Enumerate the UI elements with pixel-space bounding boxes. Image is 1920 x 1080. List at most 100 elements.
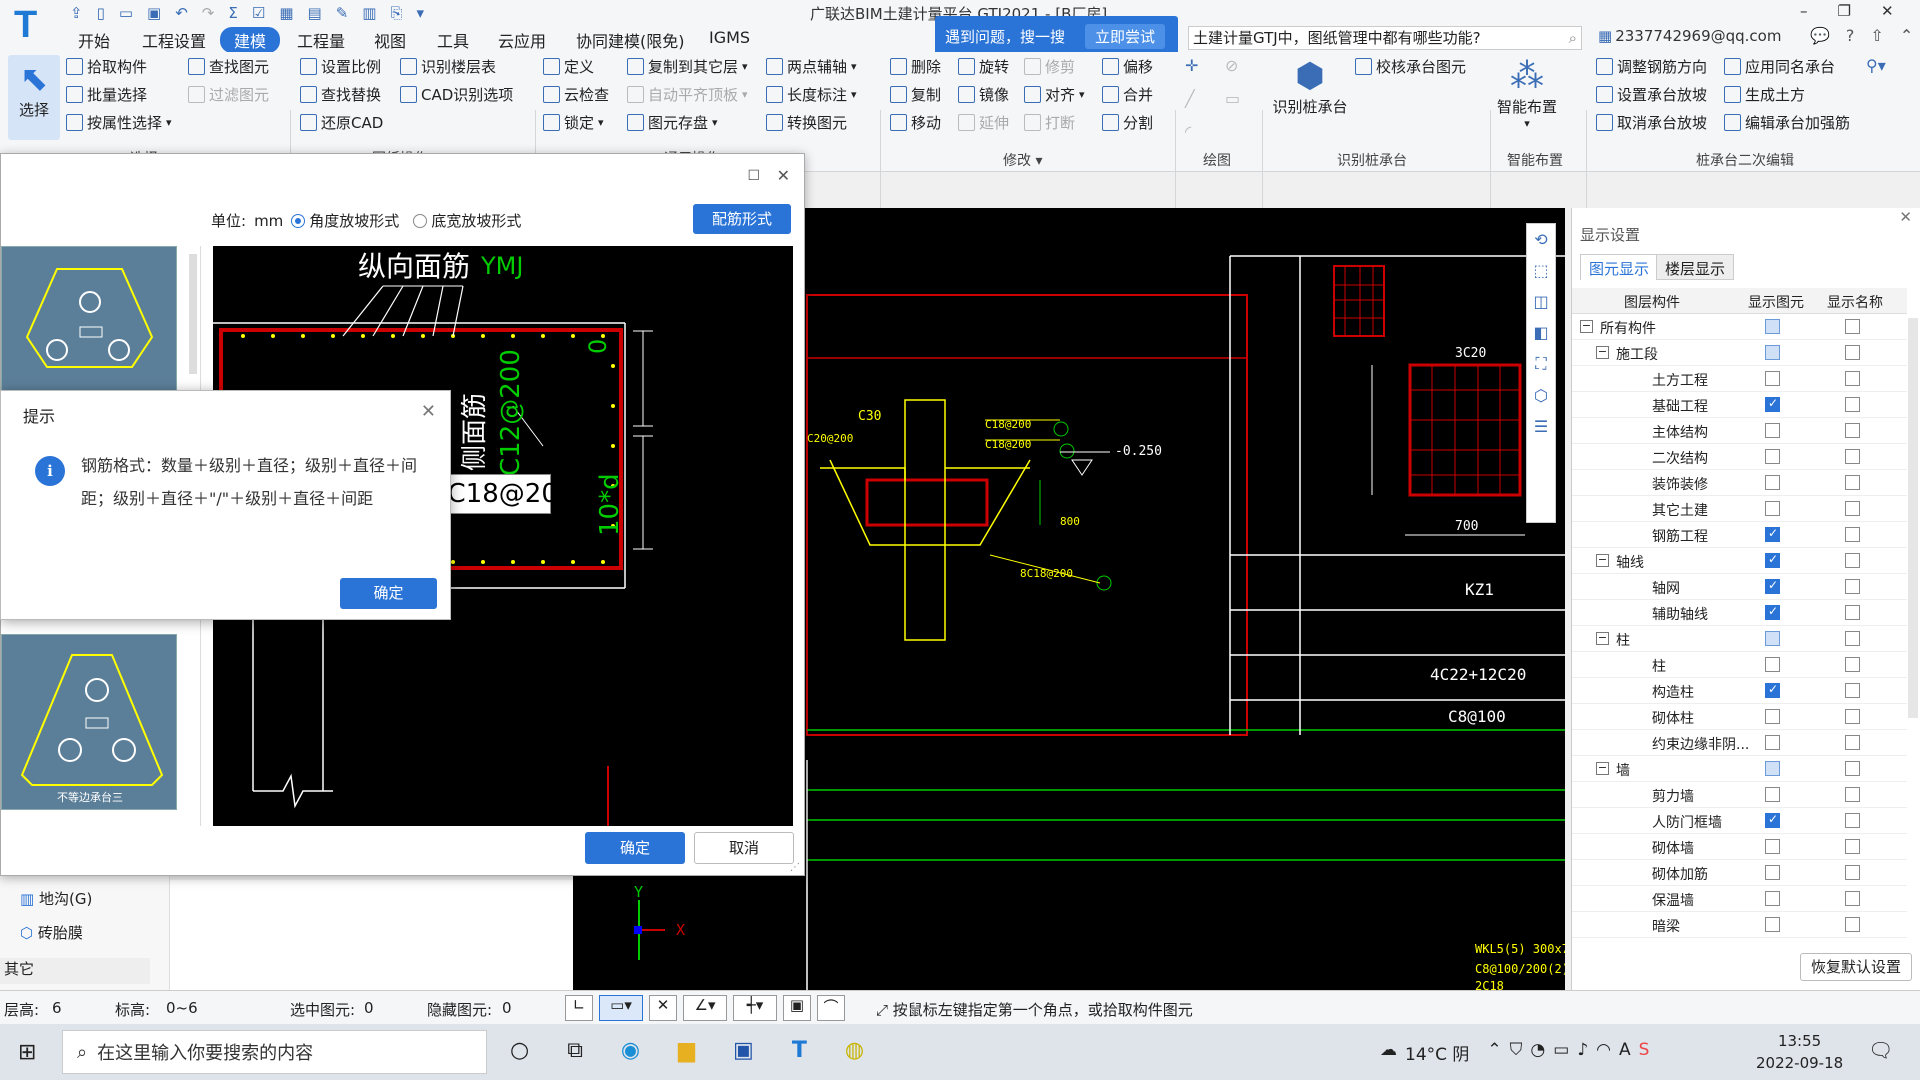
check-cap-element-button[interactable]: 校核承台图元 (1355, 56, 1466, 77)
new-file-icon[interactable]: ▯ (97, 4, 105, 22)
generate-earthwork-button[interactable]: 生成土方 (1724, 84, 1805, 105)
align-button[interactable]: 对齐 ▾ (1024, 84, 1085, 105)
show-name-checkbox[interactable] (1845, 631, 1860, 646)
help-icon[interactable]: ? (1846, 26, 1855, 45)
two-point-axis-button[interactable]: 两点辅轴 ▾ (766, 56, 857, 77)
music-app-icon[interactable]: ◍ (845, 1038, 864, 1063)
layer-row[interactable]: 基础工程 (1572, 392, 1907, 418)
rotate-button[interactable]: 旋转 (958, 56, 1009, 77)
tab-element-display[interactable]: 图元显示 (1580, 254, 1659, 280)
tip-ok-button[interactable]: 确定 (340, 578, 437, 609)
show-name-checkbox[interactable] (1845, 553, 1860, 568)
show-name-checkbox[interactable] (1845, 813, 1860, 828)
check-icon[interactable]: ☑ (252, 4, 265, 22)
cloud-check-button[interactable]: 云检查 (543, 84, 609, 105)
show-element-checkbox[interactable] (1765, 423, 1780, 438)
try-now-button[interactable]: 立即尝试 (1085, 23, 1166, 49)
fullscreen-icon[interactable]: ⛶ (1535, 354, 1546, 374)
cap-thumbnail-unequal-3[interactable]: 不等边承台三 (1, 634, 177, 810)
break-button[interactable]: 打断 (1024, 112, 1075, 133)
upload-icon[interactable]: ⇪ (70, 4, 83, 22)
layer-row[interactable]: 砌体加筋 (1572, 860, 1907, 886)
show-element-checkbox[interactable] (1765, 631, 1780, 646)
clock[interactable]: 13:55 2022-09-18 (1756, 1030, 1843, 1074)
chat-icon[interactable]: 💬 (1810, 26, 1830, 45)
cap-thumbnail-1[interactable] (1, 246, 177, 391)
length-dimension-button[interactable]: 长度标注 ▾ (766, 84, 857, 105)
show-name-checkbox[interactable] (1845, 501, 1860, 516)
convert-element-button[interactable]: 转换图元 (766, 112, 847, 133)
trim-button[interactable]: 修剪 (1024, 56, 1075, 77)
show-element-checkbox[interactable] (1765, 891, 1780, 906)
save-element-button[interactable]: 图元存盘 ▾ (627, 112, 718, 133)
show-element-checkbox[interactable] (1765, 812, 1780, 828)
show-name-checkbox[interactable] (1845, 449, 1860, 464)
layers-icon[interactable]: ▤ (308, 4, 322, 22)
layer-icon[interactable]: ▣ (783, 995, 811, 1021)
tree-item-trench[interactable]: ▥ 地沟(G) (20, 888, 92, 909)
taskbar-search[interactable]: ⌕ 在这里输入你要搜索的内容 (62, 1030, 487, 1074)
show-element-checkbox[interactable] (1765, 449, 1780, 464)
undo-icon[interactable]: ↶ (175, 4, 188, 22)
tab-floor-display[interactable]: 楼层显示 (1656, 254, 1735, 280)
line-icon[interactable]: ╱ (1185, 89, 1225, 108)
grid-icon[interactable]: ▦ (279, 4, 293, 22)
panel-close-icon[interactable]: ✕ (1899, 208, 1912, 226)
volume-icon[interactable]: ♪ (1577, 1040, 1588, 1065)
show-element-checkbox[interactable] (1765, 917, 1780, 932)
ime-icon[interactable]: A (1619, 1040, 1631, 1065)
show-name-checkbox[interactable] (1845, 605, 1860, 620)
show-element-checkbox[interactable] (1765, 578, 1780, 594)
expand-toggle-icon[interactable]: − (1596, 632, 1609, 645)
layer-row[interactable]: 主体结构 (1572, 418, 1907, 444)
radio-angle-slope[interactable]: 角度放坡形式 (291, 210, 399, 231)
point-icon[interactable]: ✛ (1185, 56, 1225, 75)
show-element-checkbox[interactable] (1765, 865, 1780, 880)
ortho-icon[interactable]: ∟ (565, 995, 593, 1021)
layer-row[interactable]: 人防门框墙 (1572, 808, 1907, 834)
restore-icon[interactable]: ❐ (1838, 2, 1851, 20)
expand-toggle-icon[interactable]: − (1580, 320, 1593, 333)
show-element-checkbox[interactable] (1765, 552, 1780, 568)
layer-row[interactable]: 暗梁 (1572, 912, 1907, 938)
dropdown-icon[interactable]: ▾ (416, 4, 424, 22)
find-element-button[interactable]: 查找图元 (188, 56, 269, 77)
split-button[interactable]: 分割 (1102, 112, 1153, 133)
battery-icon[interactable]: ▭ (1553, 1040, 1569, 1065)
show-name-checkbox[interactable] (1845, 579, 1860, 594)
cad-app-icon[interactable]: ▣ (733, 1038, 754, 1063)
task-view-icon[interactable]: ⧉ (567, 1038, 583, 1063)
expand-toggle-icon[interactable]: − (1596, 346, 1609, 359)
layer-row[interactable]: 装饰装修 (1572, 470, 1907, 496)
tree-category-other[interactable]: 其它 (0, 958, 150, 984)
dialog-ok-button[interactable]: 确定 (585, 832, 685, 864)
show-element-checkbox[interactable] (1765, 787, 1780, 802)
menu-collab[interactable]: 协同建模(限免) (576, 28, 685, 52)
search-input[interactable]: 土建计量GTJ中，图纸管理中都有哪些功能? ⌕ (1188, 26, 1582, 50)
dialog-close-icon[interactable]: ✕ (777, 166, 790, 185)
sum-icon[interactable]: Σ (228, 4, 237, 22)
ribbon-more-icon[interactable]: ⚲▾ (1866, 56, 1886, 75)
edit-cap-reinforcement-button[interactable]: 编辑承台加强筋 (1724, 112, 1850, 133)
layer-row[interactable]: − 轴线 (1572, 548, 1907, 574)
show-name-checkbox[interactable] (1845, 345, 1860, 360)
edge-icon[interactable]: ◉ (621, 1038, 640, 1063)
show-element-checkbox[interactable] (1765, 396, 1780, 412)
show-element-checkbox[interactable] (1765, 604, 1780, 620)
show-name-checkbox[interactable] (1845, 891, 1860, 906)
weather-icon[interactable]: ☁ (1380, 1040, 1397, 1065)
rebar-form-button[interactable]: 配筋形式 (693, 204, 791, 234)
gtj-app-icon[interactable]: T (792, 1038, 807, 1063)
orbit-icon[interactable]: ⟲ (1534, 230, 1547, 249)
recognize-pile-cap-button[interactable]: ⬢ 识别桩承台 (1270, 56, 1350, 117)
tray-expand-icon[interactable]: ⌃ (1487, 1040, 1501, 1065)
radio-bottom-width-slope[interactable]: 底宽放坡形式 (413, 210, 521, 231)
menu-igms[interactable]: IGMS (709, 28, 750, 47)
3d-view-icon[interactable]: ⬚ (1533, 261, 1548, 280)
wechat-icon[interactable]: ◔ (1530, 1040, 1545, 1065)
shield-icon[interactable]: ⛉ (1510, 1040, 1523, 1065)
group-label-modify[interactable]: 修改 ▾ (1003, 150, 1042, 170)
filter-element-button[interactable]: 过滤图元 (188, 84, 269, 105)
maximize-icon[interactable]: ☐ (747, 168, 760, 184)
arc-snap-icon[interactable]: ⌒ (817, 995, 845, 1021)
